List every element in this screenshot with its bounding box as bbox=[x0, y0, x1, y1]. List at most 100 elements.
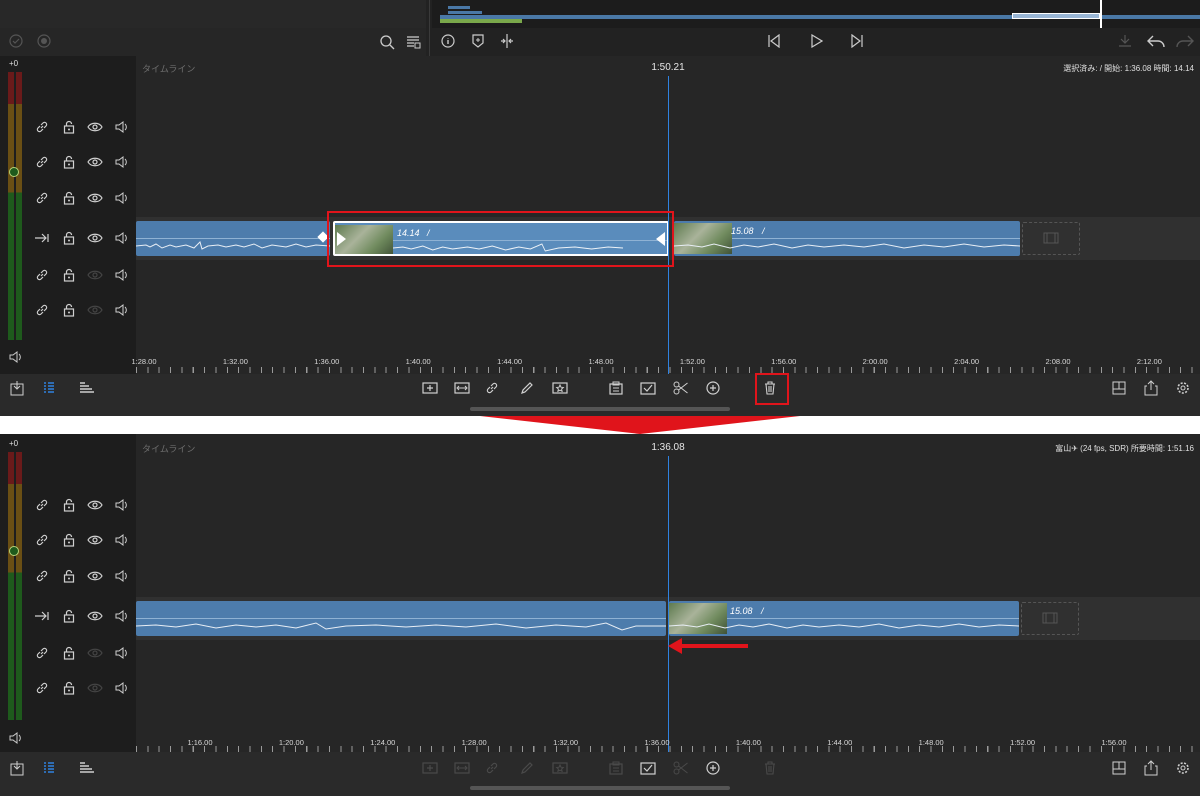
link-icon[interactable] bbox=[33, 266, 51, 284]
import-icon[interactable] bbox=[8, 759, 26, 777]
link-icon[interactable] bbox=[33, 153, 51, 171]
paste-icon[interactable] bbox=[606, 379, 626, 397]
eye-icon[interactable] bbox=[86, 679, 104, 697]
scissors-icon[interactable] bbox=[671, 759, 691, 777]
timeline-overview[interactable] bbox=[432, 0, 1200, 28]
paste-icon[interactable] bbox=[606, 759, 626, 777]
settings-icon[interactable] bbox=[1174, 379, 1192, 397]
eye-icon[interactable] bbox=[86, 229, 104, 247]
eye-icon[interactable] bbox=[86, 567, 104, 585]
add-circle-icon[interactable] bbox=[703, 379, 723, 397]
list-view-icon[interactable] bbox=[40, 759, 58, 777]
play-icon[interactable] bbox=[808, 33, 824, 49]
skip-back-icon[interactable] bbox=[766, 33, 782, 49]
lock-icon[interactable] bbox=[60, 679, 78, 697]
checkbox-icon[interactable] bbox=[638, 379, 658, 397]
favorite-icon[interactable] bbox=[550, 379, 570, 397]
list-filter-icon[interactable] bbox=[404, 33, 422, 51]
layout-icon[interactable] bbox=[1110, 379, 1128, 397]
master-speaker-icon[interactable] bbox=[8, 730, 24, 746]
share-icon[interactable] bbox=[1142, 759, 1160, 777]
arrow-icon[interactable] bbox=[33, 607, 51, 625]
link-icon[interactable] bbox=[33, 118, 51, 136]
split-icon[interactable] bbox=[499, 33, 515, 49]
lock-icon[interactable] bbox=[60, 567, 78, 585]
scissors-icon[interactable] bbox=[671, 379, 691, 397]
skip-forward-icon[interactable] bbox=[849, 33, 865, 49]
layout-icon[interactable] bbox=[1110, 759, 1128, 777]
eye-icon[interactable] bbox=[86, 496, 104, 514]
lock-icon[interactable] bbox=[60, 229, 78, 247]
link-icon[interactable] bbox=[33, 567, 51, 585]
speaker-icon[interactable] bbox=[113, 567, 131, 585]
settings-icon[interactable] bbox=[1174, 759, 1192, 777]
master-speaker-icon[interactable] bbox=[8, 349, 24, 365]
eye-icon[interactable] bbox=[86, 189, 104, 207]
speaker-icon[interactable] bbox=[113, 266, 131, 284]
eye-icon[interactable] bbox=[86, 531, 104, 549]
replace-clip-icon[interactable] bbox=[452, 759, 472, 777]
meter-knob[interactable] bbox=[9, 167, 19, 177]
info-icon[interactable] bbox=[440, 33, 456, 49]
record-icon[interactable] bbox=[36, 33, 52, 49]
speaker-icon[interactable] bbox=[113, 189, 131, 207]
link-icon[interactable] bbox=[33, 189, 51, 207]
volume-adjust-icon[interactable] bbox=[1116, 33, 1134, 49]
speaker-icon[interactable] bbox=[113, 644, 131, 662]
speaker-icon[interactable] bbox=[113, 118, 131, 136]
audio-clip-left[interactable] bbox=[136, 601, 666, 636]
timeline-view-icon[interactable] bbox=[78, 379, 96, 397]
eye-icon[interactable] bbox=[86, 153, 104, 171]
link-icon[interactable] bbox=[482, 379, 502, 397]
lock-icon[interactable] bbox=[60, 644, 78, 662]
lock-icon[interactable] bbox=[60, 266, 78, 284]
eye-icon[interactable] bbox=[86, 644, 104, 662]
pencil-icon[interactable] bbox=[517, 759, 537, 777]
eye-icon[interactable] bbox=[86, 118, 104, 136]
next-clip[interactable]: 15.08 / bbox=[674, 221, 1020, 256]
redo-icon[interactable] bbox=[1175, 32, 1195, 50]
import-icon[interactable] bbox=[8, 379, 26, 397]
speaker-icon[interactable] bbox=[113, 153, 131, 171]
replace-clip-icon[interactable] bbox=[452, 379, 472, 397]
lock-icon[interactable] bbox=[60, 189, 78, 207]
lock-icon[interactable] bbox=[60, 607, 78, 625]
speaker-icon[interactable] bbox=[113, 301, 131, 319]
link-icon[interactable] bbox=[33, 679, 51, 697]
eye-icon[interactable] bbox=[86, 607, 104, 625]
speaker-icon[interactable] bbox=[113, 229, 131, 247]
pencil-icon[interactable] bbox=[517, 379, 537, 397]
eye-icon[interactable] bbox=[86, 266, 104, 284]
eye-icon[interactable] bbox=[86, 301, 104, 319]
lock-icon[interactable] bbox=[60, 153, 78, 171]
check-circle-icon[interactable] bbox=[8, 33, 24, 49]
undo-icon[interactable] bbox=[1146, 32, 1166, 50]
lock-icon[interactable] bbox=[60, 301, 78, 319]
trash-icon[interactable] bbox=[760, 759, 780, 777]
next-clip[interactable]: 15.08 / bbox=[669, 601, 1019, 636]
audio-clip-left[interactable] bbox=[136, 221, 330, 256]
link-icon[interactable] bbox=[33, 644, 51, 662]
add-circle-icon[interactable] bbox=[703, 759, 723, 777]
add-clip-icon[interactable] bbox=[420, 379, 440, 397]
lock-icon[interactable] bbox=[60, 496, 78, 514]
lock-icon[interactable] bbox=[60, 118, 78, 136]
playhead[interactable] bbox=[668, 456, 669, 752]
add-clip-icon[interactable] bbox=[420, 759, 440, 777]
favorite-icon[interactable] bbox=[550, 759, 570, 777]
list-view-icon[interactable] bbox=[40, 379, 58, 397]
speaker-icon[interactable] bbox=[113, 496, 131, 514]
meter-knob[interactable] bbox=[9, 546, 19, 556]
lock-icon[interactable] bbox=[60, 531, 78, 549]
link-icon[interactable] bbox=[482, 759, 502, 777]
speaker-icon[interactable] bbox=[113, 607, 131, 625]
link-icon[interactable] bbox=[33, 531, 51, 549]
speaker-icon[interactable] bbox=[113, 531, 131, 549]
share-icon[interactable] bbox=[1142, 379, 1160, 397]
arrow-icon[interactable] bbox=[33, 229, 51, 247]
marker-icon[interactable] bbox=[470, 33, 486, 49]
link-icon[interactable] bbox=[33, 301, 51, 319]
checkbox-icon[interactable] bbox=[638, 759, 658, 777]
link-icon[interactable] bbox=[33, 496, 51, 514]
search-icon[interactable] bbox=[378, 33, 396, 51]
